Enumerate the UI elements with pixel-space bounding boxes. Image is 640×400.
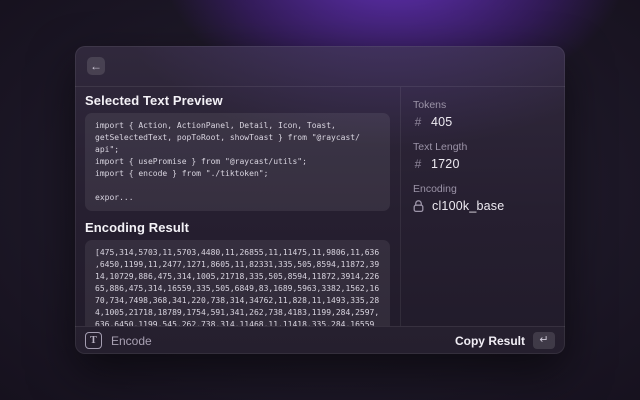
encoding-label: Encoding [413, 183, 555, 196]
text-length-label: Text Length [413, 141, 555, 154]
encoding-value: cl100k_base [432, 199, 504, 213]
copy-result-button[interactable]: Copy Result ↵ [455, 332, 555, 349]
action-bar: T Encode Copy Result ↵ [75, 326, 565, 354]
back-arrow-icon: ← [90, 60, 102, 72]
selected-text-code-block: import { Action, ActionPanel, Detail, Ic… [85, 113, 390, 211]
detail-content[interactable]: Selected Text Preview import { Action, A… [75, 87, 400, 326]
window-header: ← [75, 46, 565, 87]
result-section-title: Encoding Result [85, 220, 390, 235]
extension-icon-letter: T [90, 335, 97, 346]
window-body: Selected Text Preview import { Action, A… [75, 87, 565, 326]
tokens-value: 405 [431, 115, 452, 129]
extension-icon: T [85, 332, 102, 349]
command-name: Encode [111, 334, 152, 348]
metadata-item-encoding: Encoding cl100k_base [413, 183, 555, 214]
text-length-value: 1720 [431, 157, 460, 171]
extension-window: ← Selected Text Preview import { Action,… [75, 46, 565, 354]
enter-key-icon: ↵ [533, 332, 555, 349]
selected-text-code: import { Action, ActionPanel, Detail, Ic… [95, 120, 380, 204]
metadata-sidebar: Tokens # 405 Text Length # 1720 Encoding [400, 87, 565, 326]
hash-icon: # [413, 157, 423, 171]
enter-glyph: ↵ [539, 335, 548, 346]
encoding-result-tokens: [475,314,5703,11,5703,4480,11,26855,11,1… [95, 247, 380, 326]
hash-icon: # [413, 115, 423, 129]
preview-section-title: Selected Text Preview [85, 93, 390, 108]
encoding-result-block: [475,314,5703,11,5703,4480,11,26855,11,1… [85, 240, 390, 326]
back-button[interactable]: ← [87, 57, 105, 75]
metadata-item-tokens: Tokens # 405 [413, 99, 555, 130]
lock-icon [413, 200, 424, 213]
copy-result-label: Copy Result [455, 334, 525, 348]
tokens-label: Tokens [413, 99, 555, 112]
metadata-item-text-length: Text Length # 1720 [413, 141, 555, 172]
